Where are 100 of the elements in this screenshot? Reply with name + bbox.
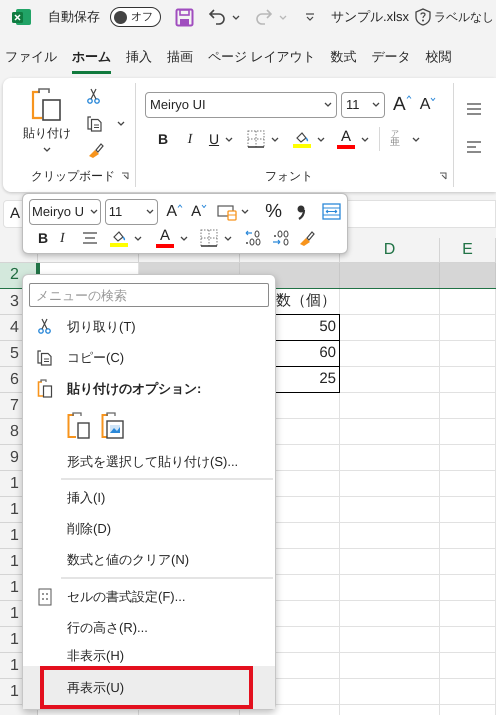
caret-icon[interactable]: [90, 209, 98, 214]
table-cell[interactable]: [440, 549, 496, 575]
underline-button[interactable]: U: [203, 128, 225, 150]
caret-icon[interactable]: [134, 236, 142, 240]
table-cell[interactable]: [340, 445, 440, 471]
paste-option-icon[interactable]: [67, 412, 91, 440]
ribbon-tab[interactable]: ページ レイアウト: [208, 47, 316, 74]
column-header[interactable]: E: [440, 238, 496, 263]
percent-style-button[interactable]: %: [265, 202, 282, 221]
comma-style-icon[interactable]: [296, 204, 306, 220]
paste-picture-icon[interactable]: [101, 412, 125, 440]
caret-icon[interactable]: [232, 14, 240, 20]
undo-icon[interactable]: [208, 8, 226, 26]
table-cell[interactable]: [440, 315, 496, 341]
table-cell[interactable]: [440, 445, 496, 471]
font-name-dropdown[interactable]: Meiryo UI: [145, 92, 337, 118]
table-cell[interactable]: [340, 549, 440, 575]
caret-icon[interactable]: [225, 136, 233, 142]
caret-icon[interactable]: [43, 147, 51, 152]
table-cell[interactable]: [340, 341, 440, 367]
table-cell[interactable]: [340, 679, 440, 705]
fill-color-icon[interactable]: [293, 130, 311, 148]
ribbon-tab[interactable]: 校閲: [426, 47, 452, 74]
cell-styles-icon[interactable]: [217, 202, 238, 220]
table-cell[interactable]: [340, 575, 440, 601]
caret-icon[interactable]: [117, 121, 125, 126]
ribbon-tab[interactable]: 描画: [167, 47, 193, 74]
table-cell[interactable]: [440, 523, 496, 549]
font-name-dropdown[interactable]: Meiryo U: [29, 198, 101, 224]
table-cell[interactable]: [340, 419, 440, 445]
caret-icon[interactable]: [180, 236, 188, 240]
ribbon-tab[interactable]: ファイル: [5, 47, 57, 74]
bold-button[interactable]: B: [38, 228, 60, 248]
caret-icon[interactable]: [146, 209, 154, 214]
table-cell[interactable]: [440, 393, 496, 419]
grow-font-button[interactable]: A: [393, 95, 412, 114]
caret-icon[interactable]: [412, 136, 420, 142]
font-size-dropdown[interactable]: 11: [104, 198, 158, 224]
align-top-icon[interactable]: [466, 102, 482, 116]
table-cell[interactable]: [440, 367, 496, 393]
table-cell[interactable]: [440, 575, 496, 601]
sensitivity-label[interactable]: ラベルなし: [434, 8, 494, 26]
table-cell[interactable]: [340, 497, 440, 523]
menu-item[interactable]: 再表示(U): [23, 666, 275, 710]
align-center-icon[interactable]: [82, 231, 98, 245]
bold-button[interactable]: B: [149, 128, 177, 150]
align-left-icon[interactable]: [466, 140, 482, 154]
customize-menu-icon[interactable]: [305, 13, 315, 21]
format-painter-icon[interactable]: [298, 230, 315, 246]
shrink-font-button[interactable]: A: [420, 96, 436, 112]
table-cell[interactable]: [340, 315, 440, 341]
caret-icon[interactable]: [241, 209, 250, 214]
grow-font-button[interactable]: A: [166, 204, 184, 220]
scissors-icon[interactable]: [87, 88, 101, 105]
borders-icon[interactable]: [247, 130, 265, 148]
table-cell[interactable]: [340, 471, 440, 497]
caret-icon[interactable]: [271, 136, 279, 142]
fill-color-icon[interactable]: [110, 229, 128, 247]
italic-button[interactable]: I: [177, 128, 203, 150]
column-header[interactable]: D: [340, 238, 440, 263]
format-painter-icon[interactable]: [87, 142, 104, 159]
font-size-dropdown[interactable]: 11: [341, 92, 385, 118]
table-cell[interactable]: [440, 705, 496, 715]
table-cell[interactable]: [440, 601, 496, 627]
table-cell[interactable]: [440, 653, 496, 679]
table-cell[interactable]: [440, 419, 496, 445]
increase-decimal-icon[interactable]: [244, 230, 262, 246]
borders-icon[interactable]: [200, 229, 218, 247]
ribbon-tab[interactable]: データ: [372, 47, 411, 74]
caret-icon[interactable]: [324, 102, 332, 107]
font-color-button[interactable]: A: [156, 228, 174, 248]
caret-icon[interactable]: [224, 236, 232, 240]
decrease-decimal-icon[interactable]: [272, 230, 290, 246]
shield-icon[interactable]: [415, 8, 431, 26]
table-cell[interactable]: [340, 367, 440, 393]
ribbon-tab[interactable]: ホーム: [72, 47, 111, 74]
save-icon[interactable]: [175, 8, 194, 26]
ribbon-tab[interactable]: 数式: [330, 47, 357, 74]
font-color-button[interactable]: A: [337, 130, 355, 148]
caret-icon[interactable]: [361, 136, 369, 142]
phonetic-guide-button[interactable]: ア 亜: [390, 130, 400, 148]
dialog-launcher-icon[interactable]: [121, 172, 129, 180]
table-cell[interactable]: [440, 263, 496, 288]
table-cell[interactable]: [440, 289, 496, 315]
table-cell[interactable]: [340, 523, 440, 549]
caret-icon[interactable]: [317, 136, 325, 142]
table-cell[interactable]: [340, 393, 440, 419]
table-cell[interactable]: [340, 263, 440, 288]
table-cell[interactable]: [440, 679, 496, 705]
table-cell[interactable]: [340, 601, 440, 627]
paste-button[interactable]: 貼り付け: [15, 87, 79, 165]
table-cell[interactable]: [440, 341, 496, 367]
caret-icon[interactable]: [372, 102, 380, 107]
ribbon-tab[interactable]: 挿入: [126, 47, 152, 74]
copy-icon[interactable]: [87, 115, 103, 132]
table-cell[interactable]: [440, 497, 496, 523]
table-cell[interactable]: [340, 289, 440, 315]
autosave-toggle[interactable]: オフ: [110, 7, 161, 27]
shrink-font-button[interactable]: A: [191, 204, 208, 219]
table-cell[interactable]: [340, 653, 440, 679]
